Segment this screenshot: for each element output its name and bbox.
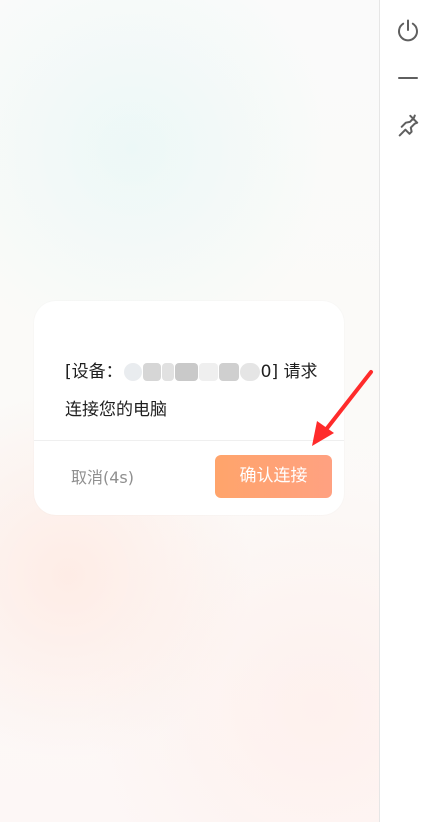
power-icon: [397, 19, 418, 42]
message-line-2: 连接您的电脑: [65, 400, 167, 420]
connection-request-message: [设备： 0] 请求 连接您的电脑: [65, 353, 323, 429]
pin-button[interactable]: [393, 110, 423, 140]
cancel-button[interactable]: 取消(4s): [71, 466, 165, 490]
app-window: [设备： 0] 请求 连接您的电脑 取消(4s) 确认连接: [0, 0, 435, 822]
power-button[interactable]: [393, 15, 423, 45]
pin-icon: [398, 114, 418, 137]
sidebar: [379, 0, 435, 822]
message-suffix: 0] 请求: [260, 362, 318, 382]
connection-dialog: [设备： 0] 请求 连接您的电脑 取消(4s) 确认连接: [34, 301, 344, 515]
confirm-connection-button[interactable]: 确认连接: [215, 455, 332, 498]
message-prefix: [设备：: [65, 362, 123, 382]
dialog-divider: [34, 440, 344, 441]
minimize-icon: [397, 77, 418, 79]
redacted-device-id: [123, 360, 260, 384]
minimize-button[interactable]: [393, 63, 423, 93]
